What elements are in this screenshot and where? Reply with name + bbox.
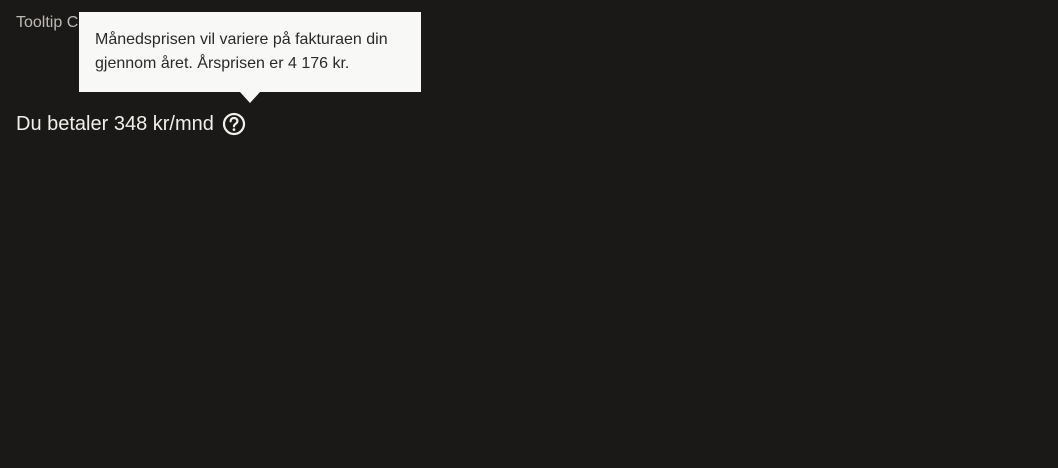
price-line: Du betaler 348 kr/mnd bbox=[16, 109, 246, 139]
tooltip-arrow bbox=[240, 92, 260, 103]
help-button[interactable] bbox=[222, 112, 246, 136]
price-text: Du betaler 348 kr/mnd bbox=[16, 113, 214, 135]
question-circle-icon bbox=[222, 112, 245, 136]
tooltip-text: Månedsprisen vil variere på fakturaen di… bbox=[95, 31, 388, 72]
section-title: Tooltip C bbox=[16, 14, 79, 31]
price-tooltip: Månedsprisen vil variere på fakturaen di… bbox=[79, 12, 421, 103]
